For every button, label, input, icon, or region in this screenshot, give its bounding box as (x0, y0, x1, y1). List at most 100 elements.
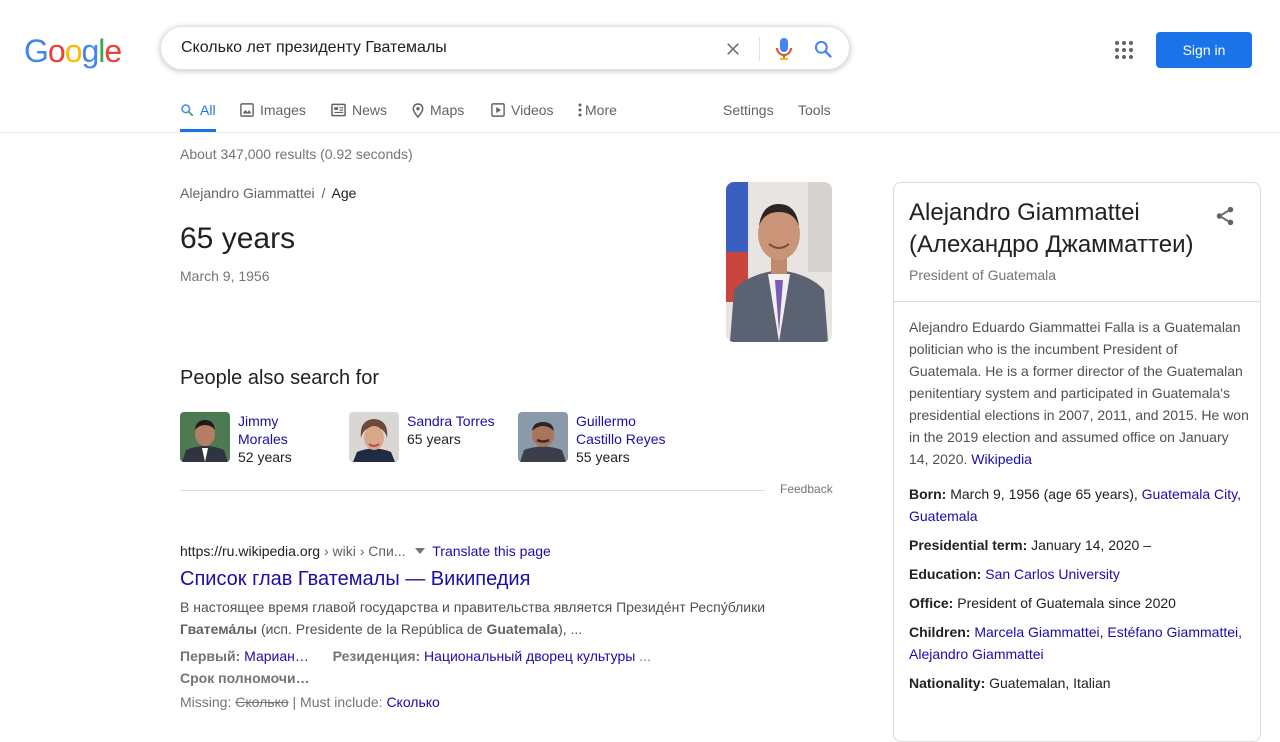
apps-grid-icon[interactable] (1114, 40, 1134, 60)
kp-divider (894, 301, 1260, 302)
attr-link[interactable]: Национальный дворец культуры (424, 648, 635, 664)
person-thumbnail[interactable] (349, 412, 399, 462)
snippet-bold: Guatemala (486, 621, 559, 637)
logo-letter: g (81, 33, 99, 69)
person-age: 55 years (576, 449, 630, 465)
search-input[interactable]: Сколько лет президенту Гватемалы (181, 39, 447, 57)
kp-description-text: Alejandro Eduardo Giammattei Falla is a … (909, 319, 1249, 467)
person-name[interactable]: Guillermo (576, 412, 665, 430)
sign-in-button[interactable]: Sign in (1156, 32, 1252, 68)
person-age: 65 years (407, 431, 461, 447)
person-thumbnail[interactable] (518, 412, 568, 462)
person-name[interactable]: Castillo Reyes (576, 430, 665, 448)
divider (759, 37, 760, 61)
fact-label: Presidential term: (909, 537, 1028, 553)
person-thumbnail[interactable] (180, 412, 230, 462)
search-icon (181, 104, 194, 117)
feedback-link[interactable]: Feedback (780, 482, 833, 496)
wikipedia-link[interactable]: Wikipedia (971, 451, 1032, 467)
tab-all[interactable]: All (180, 96, 216, 132)
tools-link[interactable]: Tools (798, 96, 831, 132)
caret-down-icon[interactable] (415, 548, 426, 554)
settings-link[interactable]: Settings (723, 96, 774, 132)
fact-link[interactable]: Marcela Giammattei (974, 624, 1099, 640)
attribute-label: Age (331, 185, 357, 201)
entity-link[interactable]: Alejandro Giammattei (180, 185, 315, 201)
kp-fact-nationality: Nationality: Guatemalan, Italian (909, 672, 1254, 694)
missing-word: Сколько (235, 694, 289, 710)
share-icon[interactable] (1214, 205, 1236, 227)
logo-letter: G (24, 33, 49, 69)
fact-label: Nationality: (909, 675, 986, 691)
fact-link[interactable]: Alejandro Giammattei (909, 646, 1044, 662)
tab-more[interactable]: More (578, 96, 617, 132)
fact-label: Born: (909, 486, 947, 502)
snippet-text: (исп. Presidente de la República de (257, 621, 487, 637)
result-host[interactable]: https://ru.wikipedia.org (180, 543, 320, 559)
answer-date: March 9, 1956 (180, 268, 270, 284)
result-snippet: В настоящее время главой государства и п… (180, 596, 780, 640)
map-pin-icon (412, 103, 424, 118)
related-person-card[interactable]: Jimmy Morales 52 years (180, 412, 292, 466)
kp-fact-children: Children: Marcela Giammattei, Estéfano G… (909, 621, 1254, 665)
tab-news[interactable]: News (331, 96, 387, 132)
answer-breadcrumb: Alejandro Giammattei / Age (180, 185, 356, 201)
fact-separator: , (1238, 624, 1243, 640)
logo-letter: e (104, 33, 122, 69)
fact-label: Children: (909, 624, 971, 640)
attr-ellipsis: ... (635, 648, 651, 664)
video-icon (491, 103, 505, 117)
result-stats: About 347,000 results (0.92 seconds) (180, 146, 413, 162)
tab-maps[interactable]: Maps (412, 96, 464, 132)
tab-label: Images (260, 102, 306, 118)
kp-fact-born: Born: March 9, 1956 (age 65 years), Guat… (909, 483, 1254, 527)
google-logo[interactable]: Google (24, 33, 122, 69)
fact-link[interactable]: San Carlos University (985, 566, 1120, 582)
must-include-link[interactable]: Сколько (386, 694, 439, 710)
tab-label: Tools (798, 102, 831, 118)
news-icon (331, 103, 346, 117)
person-age: 52 years (238, 449, 292, 465)
image-icon (240, 103, 254, 117)
microphone-icon[interactable] (775, 37, 793, 61)
person-name[interactable]: Sandra Torres (407, 412, 495, 430)
person-name[interactable]: Morales (238, 430, 292, 448)
snippet-text: ), ... (558, 621, 583, 637)
breadcrumb-separator: / (321, 185, 326, 201)
result-title-link[interactable]: Список глав Гватемалы — Википедия (180, 568, 530, 591)
search-icon[interactable] (813, 39, 833, 59)
kp-fact-term: Presidential term: January 14, 2020 – (909, 534, 1254, 556)
tab-videos[interactable]: Videos (491, 96, 554, 132)
translate-link[interactable]: Translate this page (432, 543, 551, 559)
tab-label: Settings (723, 102, 774, 118)
person-photo[interactable] (726, 182, 832, 342)
tab-label: Videos (511, 102, 554, 118)
header-divider (0, 132, 1280, 133)
tab-label: News (352, 102, 388, 118)
related-person-card[interactable]: Guillermo Castillo Reyes 55 years (518, 412, 665, 466)
section-divider (180, 490, 765, 491)
person-name[interactable]: Jimmy (238, 412, 292, 430)
kp-fact-office: Office: President of Guatemala since 202… (909, 592, 1254, 614)
attr-label: Первый: (180, 648, 245, 664)
tab-label: All (200, 102, 216, 118)
tab-label: More (585, 102, 617, 118)
search-box[interactable]: Сколько лет президенту Гватемалы (160, 26, 850, 70)
people-also-search-title: People also search for (180, 367, 380, 389)
kp-title: Alejandro Giammattei (Алехандро Джамматт… (909, 199, 1194, 258)
attr-link[interactable]: Мариан… (244, 648, 309, 664)
tab-images[interactable]: Images (240, 96, 306, 132)
fact-value: President of Guatemala since 2020 (953, 595, 1176, 611)
kp-description: Alejandro Eduardo Giammattei Falla is a … (909, 316, 1249, 470)
related-person-card[interactable]: Sandra Torres 65 years (349, 412, 495, 462)
fact-link[interactable]: Estéfano Giammattei (1107, 624, 1238, 640)
kp-fact-education: Education: San Carlos University (909, 563, 1254, 585)
snippet-bold: Гватема́лы (180, 621, 258, 637)
missing-terms: Missing: Сколько | Must include: Сколько (180, 694, 440, 710)
result-attributes: Срок полномочи… (180, 667, 310, 689)
missing-label: Missing: (180, 694, 236, 710)
clear-icon[interactable] (723, 39, 743, 59)
tab-label: Maps (430, 102, 465, 118)
attr-label: Резиденция: (332, 648, 425, 664)
more-vert-icon (578, 103, 582, 117)
